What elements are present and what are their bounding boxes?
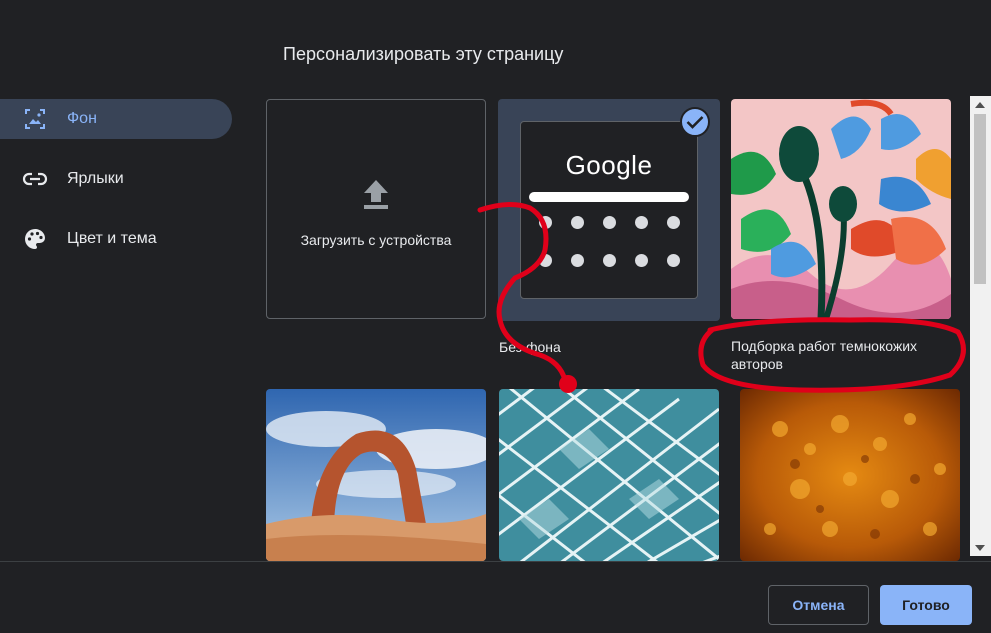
customize-dialog: Персонализировать эту страницу Фон Ярлык… [0,0,991,633]
google-logo: Google [565,150,653,180]
cancel-button[interactable]: Отмена [768,585,869,625]
sidebar-item-color-theme[interactable]: Цвет и тема [0,219,232,259]
shortcut-dot [667,254,680,267]
new-tab-preview: Google [520,121,698,299]
shortcut-dot [539,216,552,229]
shortcut-dot [603,216,616,229]
shortcut-dot [603,254,616,267]
texture-photo-image [740,389,960,561]
background-tile-architecture[interactable] [499,389,719,561]
shortcut-dot [635,254,648,267]
sidebar-item-label: Ярлыки [67,170,124,187]
sidebar-item-label: Цвет и тема [67,230,157,247]
collection-tile-black-artists[interactable] [731,99,951,319]
search-bar-preview [529,192,689,202]
done-button[interactable]: Готово [880,585,972,625]
selected-check-icon [680,107,710,137]
sidebar-item-background[interactable]: Фон [0,99,232,139]
scrollbar-thumb[interactable] [974,114,986,284]
collection-artwork-image [731,99,951,319]
no-background-caption: Без фона [499,339,561,355]
background-tile-arch[interactable] [266,389,486,561]
upload-label: Загрузить с устройства [300,232,452,248]
sidebar-item-shortcuts[interactable]: Ярлыки [0,159,232,199]
shortcut-dot [667,216,680,229]
scrollbar[interactable] [970,96,991,556]
shortcut-dot [571,216,584,229]
upload-from-device-tile[interactable]: Загрузить с устройства [266,99,486,319]
shortcut-dot [635,216,648,229]
dialog-footer: Отмена Готово [0,561,991,633]
scroll-up-icon[interactable] [975,102,985,108]
scroll-down-icon[interactable] [975,545,985,551]
background-tile-texture[interactable] [740,389,960,561]
image-icon [22,106,48,132]
shortcut-dot [539,254,552,267]
arch-photo-image [266,389,486,561]
sidebar-item-label: Фон [67,110,97,127]
architecture-photo-image [499,389,719,561]
upload-icon [363,180,389,215]
link-icon [22,166,48,192]
palette-icon [22,226,48,252]
shortcut-dot [571,254,584,267]
collection-caption: Подборка работ темнокожих авторов [731,338,918,372]
dialog-title: Персонализировать эту страницу [283,44,564,64]
